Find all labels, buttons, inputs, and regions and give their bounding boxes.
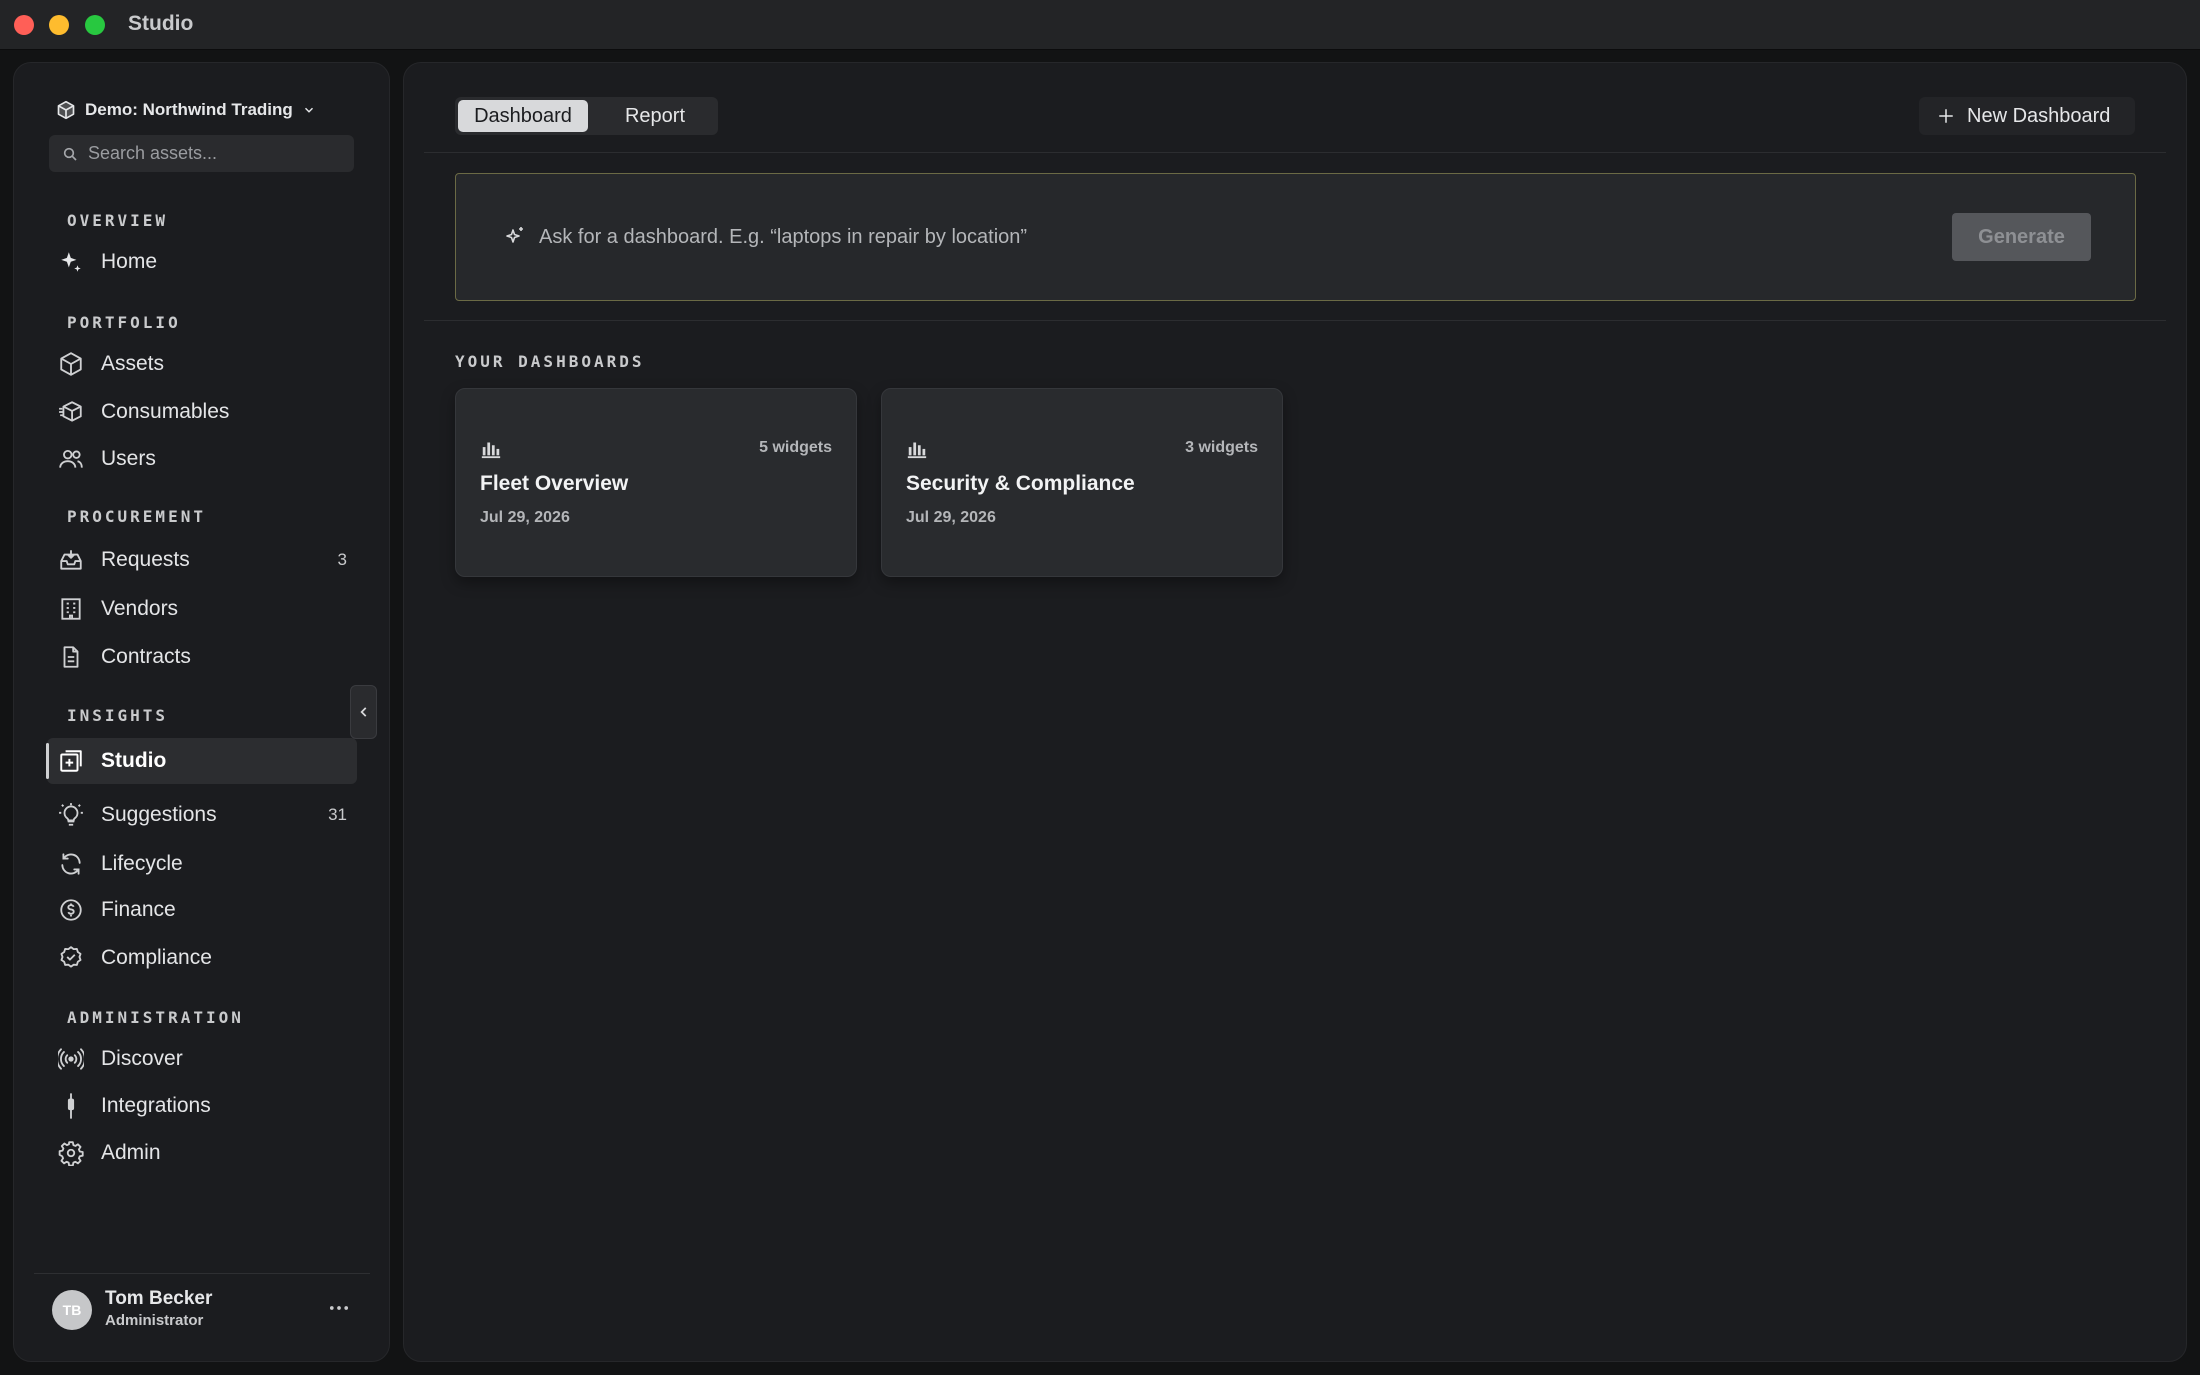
search-assets [49,135,354,172]
dashboard-card[interactable]: 5 widgets Fleet Overview Jul 29, 2026 [455,388,857,577]
dashboards-heading: YOUR DASHBOARDS [455,352,645,371]
user-divider [34,1273,370,1274]
sidebar-item-finance[interactable]: Finance [47,887,357,933]
sidebar-item-label: Contracts [101,645,191,668]
widget-count: 5 widgets [759,439,832,456]
sidebar-item-label: Integrations [101,1094,211,1117]
zoom-window-button[interactable] [85,15,105,35]
close-window-button[interactable] [14,15,34,35]
sidebar-item-consumables[interactable]: Consumables [47,389,357,435]
dashboard-prompt: Generate [455,173,2136,301]
widget-count: 3 widgets [1185,439,1258,456]
sidebar-item-lifecycle[interactable]: Lifecycle [47,841,357,887]
dashboard-prompt-input[interactable] [539,217,1739,257]
workspace-switcher[interactable]: Demo: Northwind Trading [56,94,316,126]
sidebar-item-label: Home [101,250,158,273]
boxes-icon [57,398,85,426]
dashboard-title: Security & Compliance [906,472,1135,495]
section-procurement: PROCUREMENT [67,507,206,526]
bar-chart-icon [481,442,501,459]
sidebar-item-label: Assets [101,352,165,375]
suggestions-count-badge: 31 [328,805,347,824]
title-bar: Studio [0,0,2200,50]
tab-dashboard[interactable]: Dashboard [458,100,588,132]
cube-icon [57,350,85,378]
section-administration: ADMINISTRATION [67,1008,244,1027]
sidebar-item-label: Discover [101,1047,183,1070]
badge-check-icon [57,944,85,972]
user-menu-button[interactable] [326,1296,352,1320]
plug-icon [57,1092,85,1120]
dashboard-title: Fleet Overview [480,472,629,495]
bar-chart-icon [907,442,927,459]
sidebar-item-assets[interactable]: Assets [47,341,357,387]
refresh-icon [57,850,85,878]
avatar[interactable]: TB [52,1290,92,1330]
minimize-window-button[interactable] [49,15,69,35]
studio-icon [57,747,85,775]
section-overview: OVERVIEW [67,211,169,230]
window-title: Studio [128,12,194,35]
dashboard-card[interactable]: 3 widgets Security & Compliance Jul 29, … [881,388,1283,577]
divider [424,320,2166,321]
sidebar-item-discover[interactable]: Discover [47,1036,357,1082]
generate-button[interactable]: Generate [1952,213,2091,261]
document-icon [57,643,85,671]
sidebar-item-label: Studio [101,749,167,772]
sidebar-item-label: Requests [101,548,190,571]
sidebar-item-label: Vendors [101,597,179,620]
requests-count-badge: 3 [337,550,347,569]
sidebar-item-studio[interactable]: Studio [46,738,357,784]
chevron-down-icon [304,107,313,113]
sidebar-item-compliance[interactable]: Compliance [47,935,357,981]
view-tabs: Dashboard Report [455,97,718,135]
sidebar-item-integrations[interactable]: Integrations [47,1083,357,1129]
divider [424,152,2166,153]
new-dashboard-button[interactable]: New Dashboard [1919,97,2135,135]
sidebar-item-requests[interactable]: Requests 3 [47,537,357,583]
sidebar-item-label: Finance [101,898,176,921]
building-icon [57,595,85,623]
radar-icon [57,1045,85,1073]
gear-icon [57,1139,85,1167]
sidebar-item-home[interactable]: Home [47,239,357,285]
sparkle-icon [57,248,85,276]
dashboard-date: Jul 29, 2026 [906,509,996,526]
search-icon [63,147,77,161]
cube-icon [57,100,75,120]
sidebar-item-label: Users [101,447,156,470]
sidebar-item-label: Consumables [101,400,230,423]
users-icon [57,445,85,473]
sidebar-item-label: Compliance [101,946,212,969]
sidebar-item-vendors[interactable]: Vendors [47,586,357,632]
lightbulb-icon [57,801,85,829]
user-role: Administrator [105,1312,204,1329]
workspace-name: Demo: Northwind Trading [85,100,293,119]
sidebar-item-label: Suggestions [101,803,217,826]
new-dashboard-label: New Dashboard [1967,104,2111,127]
dashboard-date: Jul 29, 2026 [480,509,570,526]
more-horizontal-icon [329,1306,349,1310]
sidebar-item-label: Lifecycle [101,852,183,875]
plus-icon [1939,109,1953,123]
dollar-icon [57,896,85,924]
sidebar-item-suggestions[interactable]: Suggestions 31 [47,792,357,838]
user-name: Tom Becker [105,1288,213,1309]
section-portfolio: PORTFOLIO [67,313,181,332]
sidebar-item-users[interactable]: Users [47,436,357,482]
collapse-sidebar-button[interactable] [350,685,377,739]
inbox-icon [57,546,85,574]
chevron-left-icon [359,707,366,717]
section-insights: INSIGHTS [67,706,169,725]
tab-report[interactable]: Report [595,100,715,132]
sidebar-item-label: Admin [101,1141,161,1164]
sidebar-item-contracts[interactable]: Contracts [47,634,357,680]
sidebar-item-admin[interactable]: Admin [47,1130,357,1176]
sparkle-icon [506,227,523,243]
search-input[interactable] [88,143,348,164]
